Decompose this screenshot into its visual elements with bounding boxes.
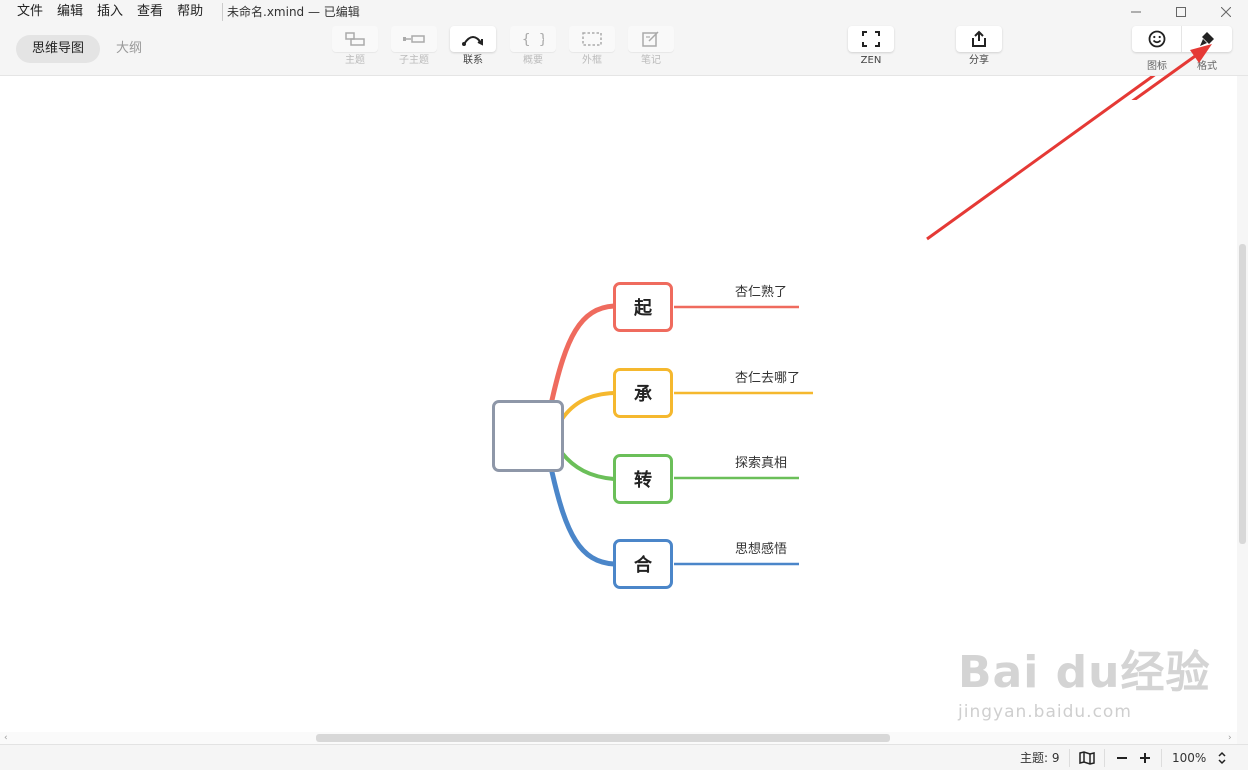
zoom-stepper[interactable] <box>1214 750 1230 766</box>
status-divider-2 <box>1104 749 1105 767</box>
vertical-scroll-thumb[interactable] <box>1239 244 1246 544</box>
icon-label: 图标 <box>1147 61 1167 72</box>
menu-bar: 文件 编辑 插入 查看 帮助 <box>10 3 210 21</box>
minimize-button[interactable] <box>1113 0 1158 24</box>
topic-icon <box>345 32 365 46</box>
zoom-level[interactable]: 100% <box>1172 751 1206 765</box>
share-button[interactable]: 分享 <box>956 26 1002 67</box>
plus-icon <box>1140 753 1150 763</box>
smiley-icon <box>1148 30 1165 48</box>
relationship-button[interactable]: 联系 <box>450 26 496 67</box>
window-controls <box>1113 0 1248 24</box>
menu-view[interactable]: 查看 <box>130 3 170 21</box>
maximize-icon <box>1175 7 1186 17</box>
vertical-scrollbar[interactable] <box>1237 76 1248 744</box>
subtopic-label: 子主题 <box>399 55 429 66</box>
menu-edit[interactable]: 编辑 <box>50 3 90 21</box>
topic-button[interactable]: 主题 <box>332 26 378 67</box>
zoom-in-button[interactable] <box>1137 750 1153 766</box>
map-view-button[interactable] <box>1079 750 1095 766</box>
close-icon <box>1220 7 1231 17</box>
share-icon <box>972 30 986 47</box>
subtopic-1[interactable]: 杏仁熟了 <box>735 285 787 301</box>
boundary-icon <box>582 32 602 46</box>
close-button[interactable] <box>1203 0 1248 24</box>
note-label: 笔记 <box>641 55 661 66</box>
topic-count: 主题: 9 <box>1020 751 1060 765</box>
note-button[interactable]: 笔记 <box>628 26 674 67</box>
subtopic-2[interactable]: 杏仁去哪了 <box>735 371 800 387</box>
book-map-icon <box>1079 751 1095 765</box>
format-label: 格式 <box>1197 61 1217 72</box>
central-topic[interactable] <box>492 400 564 472</box>
maximize-button[interactable] <box>1158 0 1203 24</box>
horizontal-scroll-thumb[interactable] <box>316 734 890 742</box>
share-label: 分享 <box>969 55 989 66</box>
minimize-icon <box>1130 11 1141 13</box>
main-topic-4[interactable]: 合 <box>613 539 673 589</box>
zen-button[interactable]: ZEN <box>848 26 894 67</box>
branch-connector-4 <box>549 469 617 567</box>
toolbar: 思维导图 大纲 主题 子主题 联系 { } 概要 外框 笔记 <box>0 24 1248 76</box>
summary-label: 概要 <box>523 55 543 66</box>
boundary-button[interactable]: 外框 <box>569 26 615 67</box>
zoom-out-button[interactable] <box>1114 750 1130 766</box>
watermark-main: Bai du经验 <box>958 647 1211 698</box>
main-topic-2[interactable]: 承 <box>613 368 673 418</box>
title-bar: 文件 编辑 插入 查看 帮助 未命名.xmind — 已编辑 <box>0 0 1248 24</box>
boundary-label: 外框 <box>582 55 602 66</box>
scroll-right-icon[interactable]: › <box>1228 732 1232 744</box>
format-panel-button[interactable] <box>1182 26 1232 52</box>
main-topic-3[interactable]: 转 <box>613 454 673 504</box>
tab-mindmap[interactable]: 思维导图 <box>16 35 101 63</box>
zen-label: ZEN <box>860 55 882 66</box>
icon-panel-button[interactable] <box>1132 26 1182 52</box>
main-topic-1[interactable]: 起 <box>613 282 673 332</box>
brush-icon <box>1200 32 1214 46</box>
tab-outline[interactable]: 大纲 <box>100 35 158 63</box>
branch-connector-1 <box>549 303 617 403</box>
horizontal-scrollbar[interactable]: ‹ › <box>0 732 1237 744</box>
menu-file[interactable]: 文件 <box>10 3 50 21</box>
mindmap-canvas[interactable]: 起 承 转 合 杏仁熟了 杏仁去哪了 探索真相 思想感悟 Bai du经验 ji… <box>0 76 1248 744</box>
status-divider <box>1069 749 1070 767</box>
view-tabs: 思维导图 大纲 <box>16 35 158 63</box>
baidu-watermark: Bai du经验 jingyan.baidu.com <box>958 636 1210 722</box>
watermark-url: jingyan.baidu.com <box>958 702 1132 722</box>
scroll-left-icon[interactable]: ‹ <box>4 732 8 744</box>
menu-insert[interactable]: 插入 <box>90 3 130 21</box>
topic-label: 主题 <box>345 55 365 66</box>
svg-text:{ }: { } <box>522 32 544 47</box>
summary-icon: { } <box>522 32 544 47</box>
subtopic-3[interactable]: 探索真相 <box>735 456 787 472</box>
relationship-label: 联系 <box>463 55 483 66</box>
updown-chevron-icon <box>1218 751 1226 765</box>
minus-icon <box>1117 757 1127 759</box>
annotation-arrow <box>926 76 1156 241</box>
fullscreen-icon <box>862 31 880 47</box>
menu-help[interactable]: 帮助 <box>170 3 210 21</box>
branch-connector-3 <box>560 451 616 481</box>
summary-button[interactable]: { } 概要 <box>510 26 556 67</box>
branch-connector-2 <box>560 391 616 421</box>
status-divider-3 <box>1161 749 1162 767</box>
subtopic-icon <box>403 35 425 43</box>
subtopic-button[interactable]: 子主题 <box>391 26 437 67</box>
relationship-icon <box>462 36 483 46</box>
subtopic-4[interactable]: 思想感悟 <box>735 542 787 558</box>
panel-toggle-group <box>1132 26 1232 52</box>
document-title: 未命名.xmind — 已编辑 <box>222 3 360 21</box>
status-bar: 主题: 9 100% <box>0 744 1248 770</box>
note-icon <box>642 31 659 47</box>
